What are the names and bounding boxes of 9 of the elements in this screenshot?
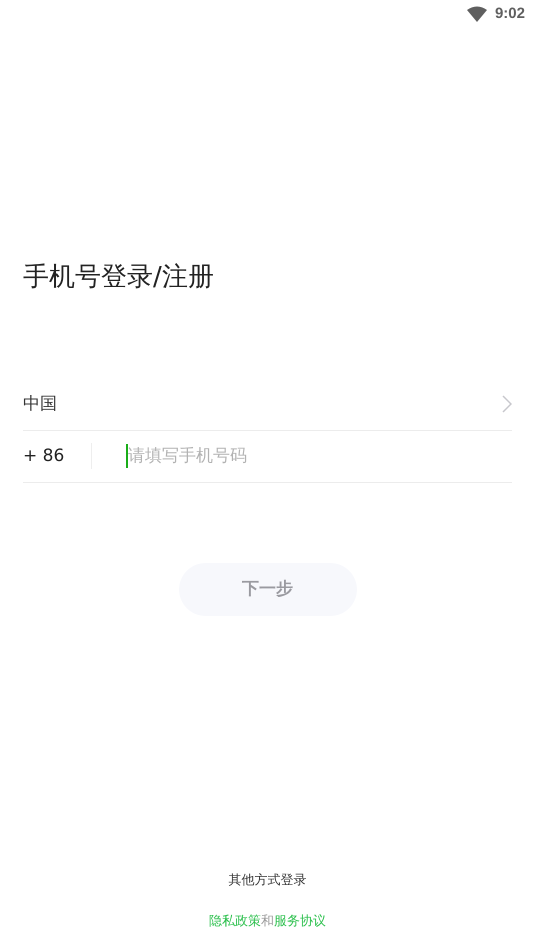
status-time: 9:02 [494,4,525,24]
country-code[interactable]: + 86 [23,444,91,470]
wifi-icon [466,6,487,22]
country-selector[interactable]: 中国 [23,392,57,418]
agreement-text: 隐私政策和服务协议 [208,912,327,930]
page-title: 手机号登录/注册 [23,261,215,294]
other-login-link[interactable]: 其他方式登录 [228,871,306,890]
chevron-right-icon[interactable] [502,395,512,414]
phone-input-field[interactable]: 请填写手机号码 [128,444,428,470]
